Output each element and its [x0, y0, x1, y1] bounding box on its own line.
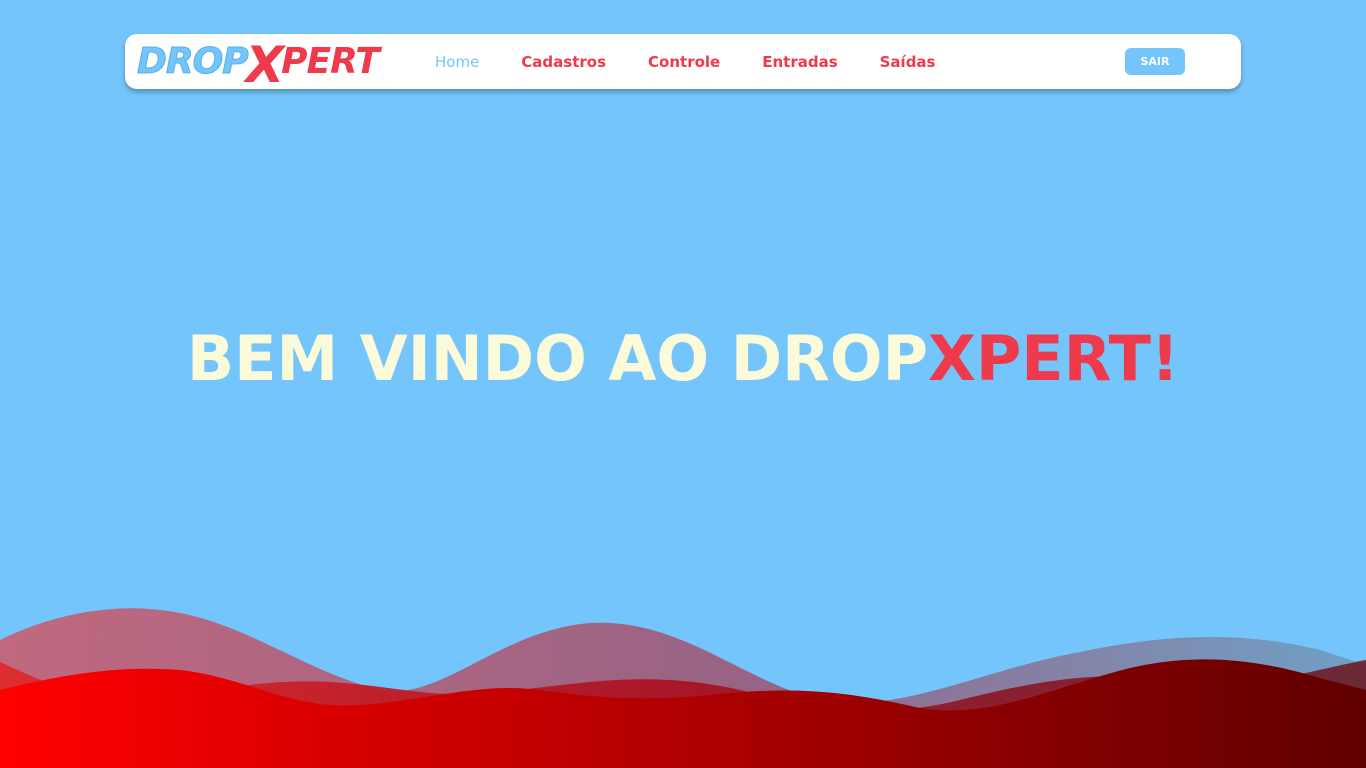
nav-item-cadastros[interactable]: Cadastros [521, 53, 606, 71]
nav-item-home[interactable]: Home [435, 53, 479, 71]
nav-links: Home Cadastros Controle Entradas Saídas [435, 34, 977, 89]
welcome-heading-main: BEM VINDO AO DROP [186, 322, 929, 395]
logo-text-pert: PERT [281, 40, 380, 82]
page: DROP X PERT Home Cadastros Controle Entrad… [0, 0, 1366, 768]
welcome-heading-accent: XPERT! [928, 322, 1180, 395]
logout-button[interactable]: SAIR [1125, 48, 1185, 75]
nav-item-entradas[interactable]: Entradas [762, 53, 837, 71]
welcome-heading: BEM VINDO AO DROPXPERT! [0, 322, 1366, 395]
top-navbar: DROP X PERT Home Cadastros Controle Entrad… [125, 34, 1241, 90]
logo-text-x: X [245, 36, 285, 94]
dropxpert-logo[interactable]: DROP X PERT [137, 36, 380, 90]
logo-text-drop: DROP [137, 40, 250, 82]
nav-item-controle[interactable]: Controle [648, 53, 720, 71]
decorative-waves [0, 608, 1366, 768]
nav-item-saidas[interactable]: Saídas [880, 53, 936, 71]
